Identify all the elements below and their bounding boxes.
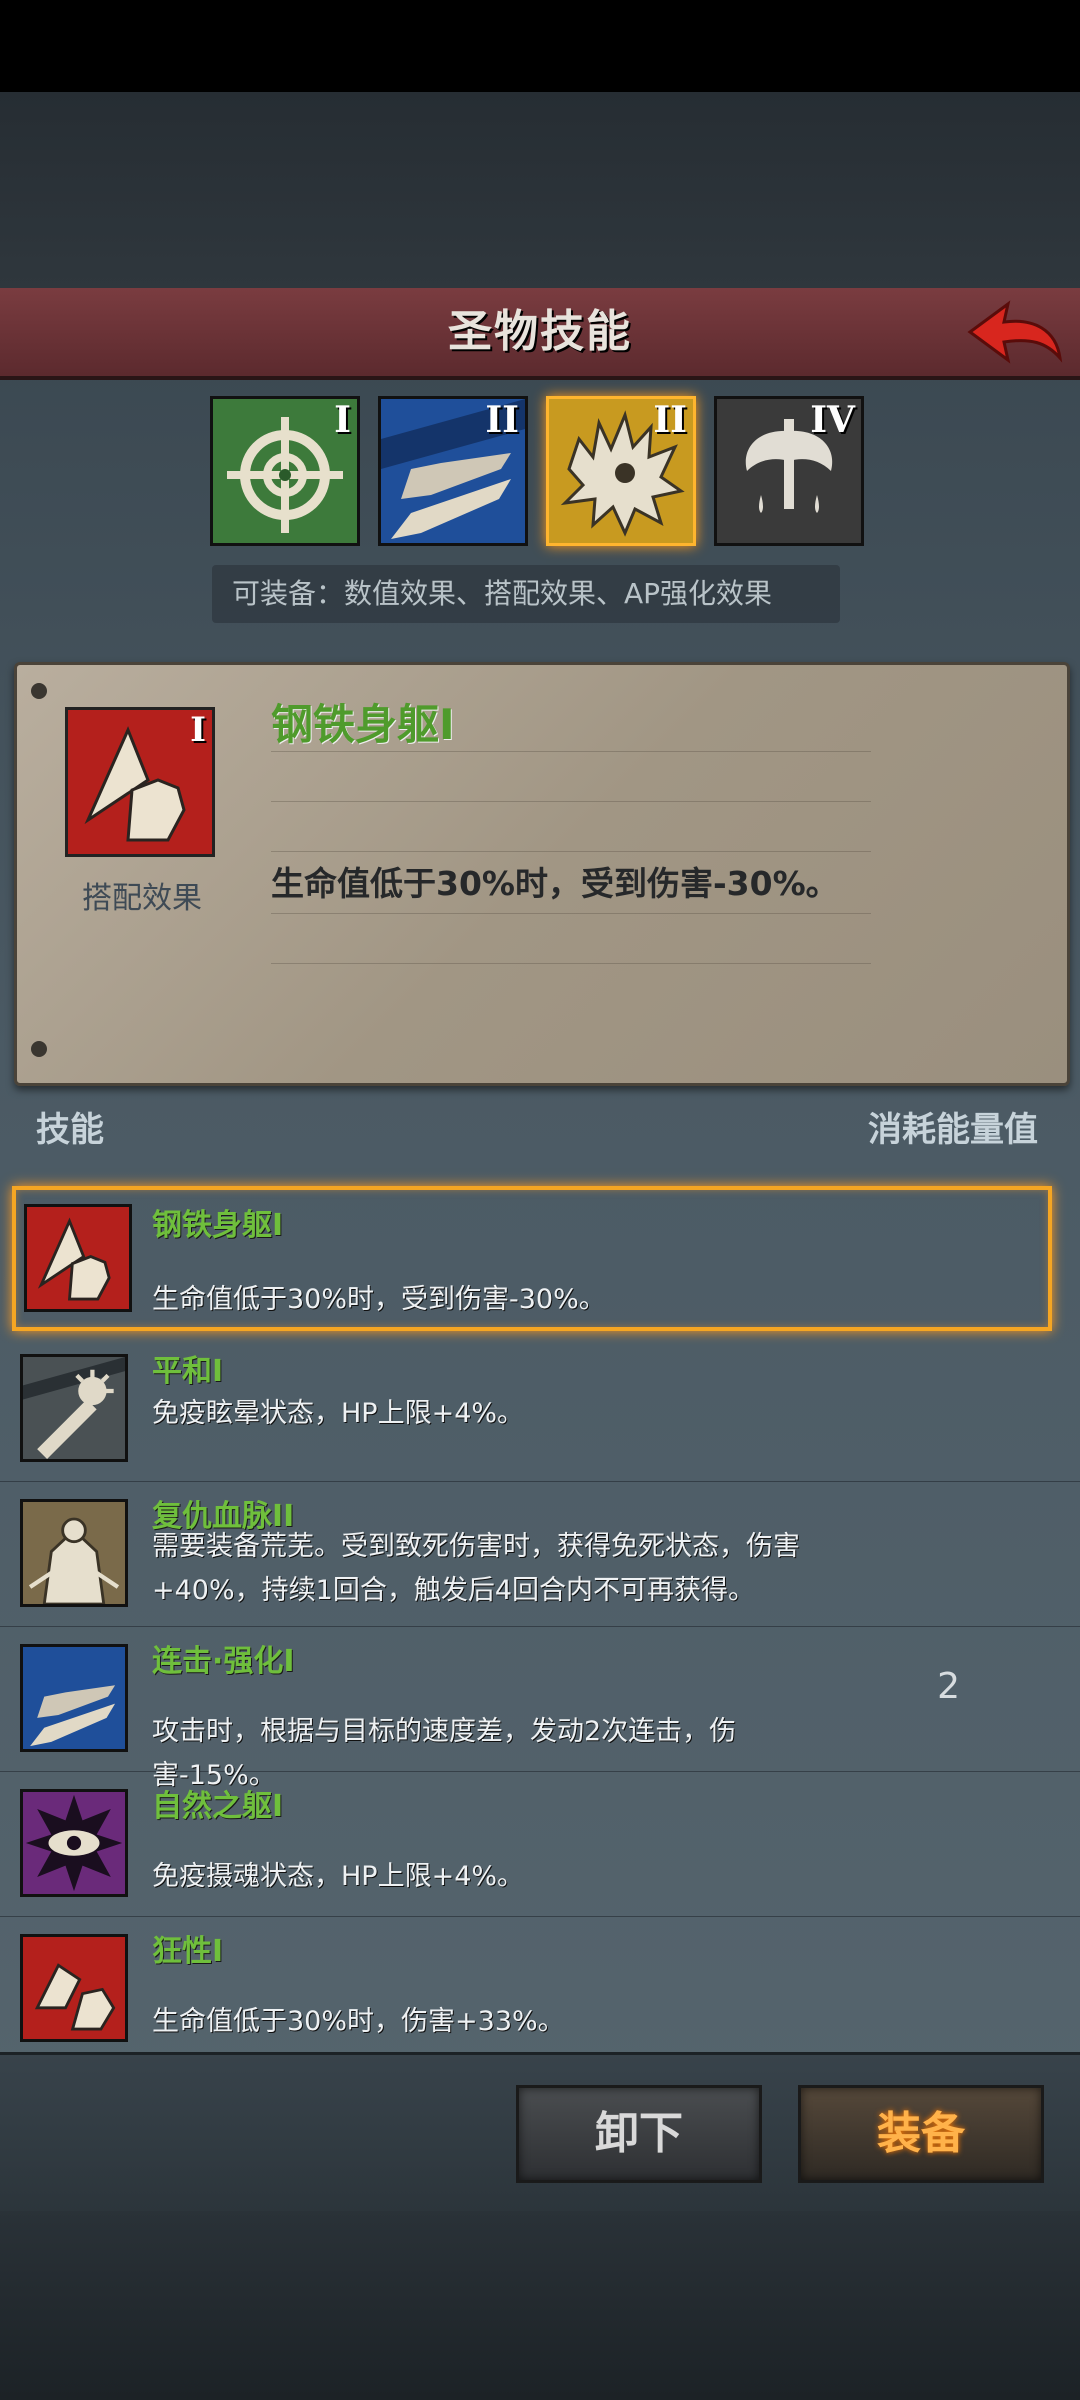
backdrop-bottom [0,2208,1080,2400]
unequip-button[interactable]: 卸下 [516,2085,762,2183]
skill-list[interactable]: 钢铁身躯I 生命值低于30%时，受到伤害-30%。 平和I 免疫眩晕状态，HP上… [0,1168,1080,2048]
divider [271,801,871,802]
skill-name: 自然之躯I [152,1789,284,1824]
eye-icon [20,1789,128,1897]
skill-detail-card: I 搭配效果 钢铁身躯I 生命值低于30%时，受到伤害-30%。 [14,662,1070,1086]
detail-skill-icon: I [65,707,215,857]
tab-relic-1[interactable]: I [210,396,360,546]
skill-desc: 免疫眩晕状态，HP上限+4%。 [152,1398,525,1429]
skill-row-peace[interactable]: 平和I 免疫眩晕状态，HP上限+4%。 [0,1336,1080,1482]
relic-tabs: I II II IV [210,396,870,551]
pin-icon [31,1041,47,1057]
detail-skill-desc: 生命值低于30%时，受到伤害-30%。 [271,864,839,903]
skill-row-iron-body[interactable]: 钢铁身躯I 生命值低于30%时，受到伤害-30%。 [12,1186,1052,1331]
skill-desc: 需要装备荒芜。受到致死伤害时，获得免死状态，伤害+40%，持续1回合，触发后4回… [152,1531,800,1606]
skill-desc: 生命值低于30%时，受到伤害-30%。 [152,1284,606,1315]
skill-row-vengeance[interactable]: 复仇血脉II 需要装备荒芜。受到致死伤害时，获得免死状态，伤害+40%，持续1回… [0,1481,1080,1627]
vengeance-icon [20,1499,128,1607]
tab-relic-3[interactable]: II [546,396,696,546]
divider [271,851,871,852]
skill-name: 连击·强化I [152,1644,295,1679]
tab-roman-label: I [334,399,351,441]
tab-relic-4[interactable]: IV [714,396,864,546]
divider [271,963,871,964]
pin-icon [31,683,47,699]
detail-skill-name: 钢铁身躯I [271,700,455,749]
skill-cost: 2 [937,1666,960,1707]
skill-desc: 免疫摄魂状态，HP上限+4%。 [152,1861,525,1892]
tab-relic-2[interactable]: II [378,396,528,546]
skill-row-combo[interactable]: 连击·强化I 攻击时，根据与目标的速度差，发动2次连击，伤害-15%。 2 [0,1626,1080,1791]
page-title: 圣物技能 [448,306,632,357]
title-bar: 圣物技能 [0,288,1080,380]
combo-strike-icon [20,1644,128,1752]
equip-button[interactable]: 装备 [798,2085,1044,2183]
detail-roman-label: I [190,710,206,750]
skill-desc: 生命值低于30%时，伤害+33%。 [152,2006,565,2037]
back-arrow-icon[interactable] [964,296,1064,368]
skill-name: 平和I [152,1354,224,1389]
detail-type-label: 搭配效果 [82,881,202,916]
column-skill-label: 技能 [36,1110,104,1150]
column-cost-label: 消耗能量值 [868,1110,1038,1150]
frenzy-icon [20,1934,128,2042]
backdrop-top [0,92,1080,288]
skill-row-nature[interactable]: 自然之躯I 免疫摄魂状态，HP上限+4%。 [0,1771,1080,1917]
divider [271,913,871,914]
tab-roman-label: IV [810,399,855,441]
tab-roman-label: II [653,399,687,441]
action-bar: 卸下 装备 [0,2052,1080,2211]
peace-mace-icon [20,1354,128,1462]
equip-note: 可装备：数值效果、搭配效果、AP强化效果 [212,565,840,623]
iron-body-icon [24,1204,132,1312]
status-bar-area [0,0,1080,92]
tab-roman-label: II [485,399,519,441]
skill-name: 狂性I [152,1934,224,1969]
skill-list-header: 技能 消耗能量值 [0,1084,1080,1164]
skill-row-frenzy[interactable]: 狂性I 生命值低于30%时，伤害+33%。 [0,1916,1080,2048]
divider [271,751,871,752]
skill-name: 钢铁身躯I [152,1208,284,1243]
